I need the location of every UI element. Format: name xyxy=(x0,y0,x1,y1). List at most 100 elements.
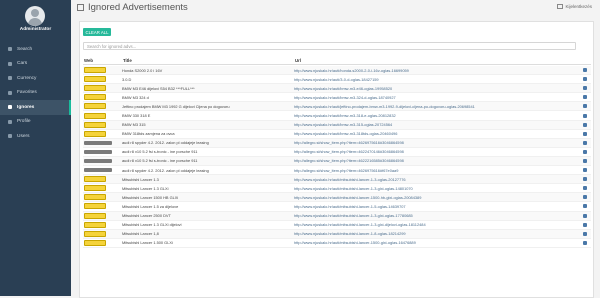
row-url-link[interactable]: http://allegro.si/show_item.php?item=462… xyxy=(294,168,583,173)
row-title: 3.0.D xyxy=(122,76,132,82)
row-url-link[interactable]: http://www.njuskalo.hr/auti/mitsubishi-l… xyxy=(294,240,583,245)
row-url-link[interactable]: http://www.njuskalo.hr/auti/3-0-d-oglas-… xyxy=(294,77,583,82)
sidebar-item-cars[interactable]: Cars xyxy=(0,57,71,72)
users-icon xyxy=(8,134,12,139)
sidebar: Administrator Search Cars Currency Favor… xyxy=(0,0,71,296)
row-url-link[interactable]: http://www.njuskalo.hr/auti/bmw-m3-318-e… xyxy=(294,113,583,118)
trash-icon[interactable] xyxy=(583,231,587,236)
njuskalo-logo xyxy=(84,239,106,246)
trash-icon[interactable] xyxy=(583,186,587,191)
row-title: audi r8 spyder 4.2. 2012. zalon pl oddaj… xyxy=(122,140,209,146)
table-row: Mitsubishi Lancer 1.3 http://www.njuskalo… xyxy=(83,175,591,185)
row-title: Mitsubishi Lancer 1.5 za dijelove xyxy=(122,203,179,209)
row-url-link[interactable]: http://allegro.si/show_item.php?item=462… xyxy=(294,158,583,163)
sidebar-item-currency[interactable]: Currency xyxy=(0,71,71,86)
column-header-url[interactable]: Url xyxy=(295,58,591,63)
trash-icon[interactable] xyxy=(583,131,587,136)
logout-link[interactable]: Kijelentkezés xyxy=(557,4,592,9)
njuskalo-logo xyxy=(84,130,106,137)
site-logo-cell xyxy=(83,94,122,101)
search-icon xyxy=(8,47,12,52)
site-logo-cell xyxy=(83,230,122,237)
sidebar-item-profile[interactable]: Profile xyxy=(0,115,71,130)
row-title: Mitsubishi Lancer 1.3 GLXi dijelovi xyxy=(122,222,182,228)
njuskalo-logo xyxy=(84,121,106,128)
main-content: Ignored Advertisements Kijelentkezés CLE… xyxy=(71,0,600,298)
trash-icon[interactable] xyxy=(583,177,587,182)
table-row: Mitsubishi Lancer 1.5 za dijelove http://… xyxy=(83,202,591,212)
trash-icon[interactable] xyxy=(583,95,587,100)
row-url-link[interactable]: http://allegro.si/show_item.php?item=462… xyxy=(294,149,583,154)
site-logo-cell xyxy=(83,158,122,163)
trash-icon[interactable] xyxy=(583,122,587,127)
table-row: Mitsubishi Lancer 1500 HB GLXi http://www… xyxy=(83,193,591,203)
njuskalo-logo xyxy=(84,194,106,201)
trash-icon[interactable] xyxy=(583,222,587,227)
row-url-link[interactable]: http://www.njuskalo.hr/auti/mitsubishi-l… xyxy=(294,195,583,200)
sidebar-item-search[interactable]: Search xyxy=(0,42,71,57)
row-url-link[interactable]: http://www.njuskalo.hr/auti/bmw-m3-318td… xyxy=(294,131,583,136)
trash-icon[interactable] xyxy=(583,213,587,218)
trash-icon[interactable] xyxy=(583,195,587,200)
row-title: BMW M3 315 xyxy=(122,122,146,128)
allegro-logo xyxy=(84,158,112,163)
table-row: Jeftino prodajem BMW M3 1992 G dijelovi … xyxy=(83,102,591,112)
row-url-link[interactable]: http://www.njuskalo.hr/auti/bmw-m3-315-o… xyxy=(294,122,583,127)
page-title: Ignored Advertisements xyxy=(88,1,188,13)
car-icon xyxy=(8,61,12,66)
row-url-link[interactable]: http://www.njuskalo.hr/auti/mitsubishi-l… xyxy=(294,204,583,209)
trash-icon[interactable] xyxy=(583,86,587,91)
trash-icon[interactable] xyxy=(583,140,587,145)
row-url-link[interactable]: http://www.njuskalo.hr/auti/bmw-m3-e46-o… xyxy=(294,86,583,91)
trash-icon[interactable] xyxy=(583,158,587,163)
site-logo-cell xyxy=(83,85,122,92)
site-logo-cell xyxy=(83,194,122,201)
site-logo-cell xyxy=(83,67,122,74)
column-header-web[interactable]: Web xyxy=(83,58,123,63)
row-url-link[interactable]: http://www.njuskalo.hr/auti/jeftino-prod… xyxy=(294,104,583,109)
row-url-link[interactable]: http://www.njuskalo.hr/auti/mitsubishi-l… xyxy=(294,213,583,218)
table-row: audi r8 spyder 4.2. 2012. zalon pl oddaj… xyxy=(83,166,591,176)
trash-icon[interactable] xyxy=(583,168,587,173)
sidebar-item-favorites[interactable]: Favorites xyxy=(0,86,71,101)
table-row: Mitsubishi Lancer 1.3 GLXi http://www.nju… xyxy=(83,184,591,194)
table-row: audi r8 v10 5.2 fsi s-tronic - ine porsc… xyxy=(83,156,591,167)
site-logo-cell xyxy=(83,121,122,128)
njuskalo-logo xyxy=(84,203,106,210)
trash-icon[interactable] xyxy=(583,77,587,82)
site-logo-cell xyxy=(83,221,122,228)
sidebar-item-ignores[interactable]: Ignores xyxy=(0,100,71,115)
search-input[interactable]: Search for ignored advs... xyxy=(83,42,576,50)
logout-icon xyxy=(557,4,564,9)
trash-icon[interactable] xyxy=(583,68,587,73)
row-title: Mitsubishi Lancer 1,8 xyxy=(122,231,159,237)
row-url-link[interactable]: http://www.njuskalo.hr/auti/bmw-m3-324-d… xyxy=(294,95,583,100)
table-row: BMW 318tds zamjena za ovca http://www.nju… xyxy=(83,130,591,139)
trash-icon[interactable] xyxy=(583,149,587,154)
row-url-link[interactable]: http://www.njuskalo.hr/auti/mitsubishi-l… xyxy=(294,186,583,191)
row-title: audi r8 v10 5.2 fsi s-tronic - ine porsc… xyxy=(122,149,198,155)
column-header-title[interactable]: Title xyxy=(123,58,295,63)
row-title: BMW 330 318 E xyxy=(122,113,151,119)
njuskalo-logo xyxy=(84,94,106,101)
row-url-link[interactable]: http://www.njuskalo.hr/auti/mitsubishi-l… xyxy=(294,177,583,182)
trash-icon[interactable] xyxy=(583,204,587,209)
trash-icon[interactable] xyxy=(583,240,587,245)
clear-all-button[interactable]: CLEAR ALL xyxy=(83,28,111,36)
trash-icon[interactable] xyxy=(583,104,587,109)
sidebar-item-users[interactable]: Users xyxy=(0,129,71,144)
sidebar-nav: Search Cars Currency Favorites Ignores P… xyxy=(0,42,71,144)
trash-icon[interactable] xyxy=(583,113,587,118)
row-url-link[interactable]: http://www.njuskalo.hr/auti/mitsubishi-l… xyxy=(294,231,583,236)
row-title: BMW 318tds zamjena za ovca xyxy=(122,131,175,137)
site-logo-cell xyxy=(83,203,122,210)
sidebar-item-label: Ignores xyxy=(17,104,35,110)
row-url-link[interactable]: http://www.njuskalo.hr/auti/honda-s2000-… xyxy=(294,68,583,73)
table-body: Honda S2000 2.0 i 16V http://www.njuskalo… xyxy=(83,66,591,248)
table-row: BMW M3 E46 dijelovi S54 B32 ***FULL*** ht… xyxy=(83,84,591,94)
table-row: Mitsubishi Lancer 1.3 GLXi dijelovi http:… xyxy=(83,221,591,230)
site-logo-cell xyxy=(83,130,122,137)
row-url-link[interactable]: http://www.njuskalo.hr/auti/mitsubishi-l… xyxy=(294,222,583,227)
allegro-logo xyxy=(84,168,112,173)
row-url-link[interactable]: http://allegro.si/show_item.php?item=462… xyxy=(294,140,583,145)
